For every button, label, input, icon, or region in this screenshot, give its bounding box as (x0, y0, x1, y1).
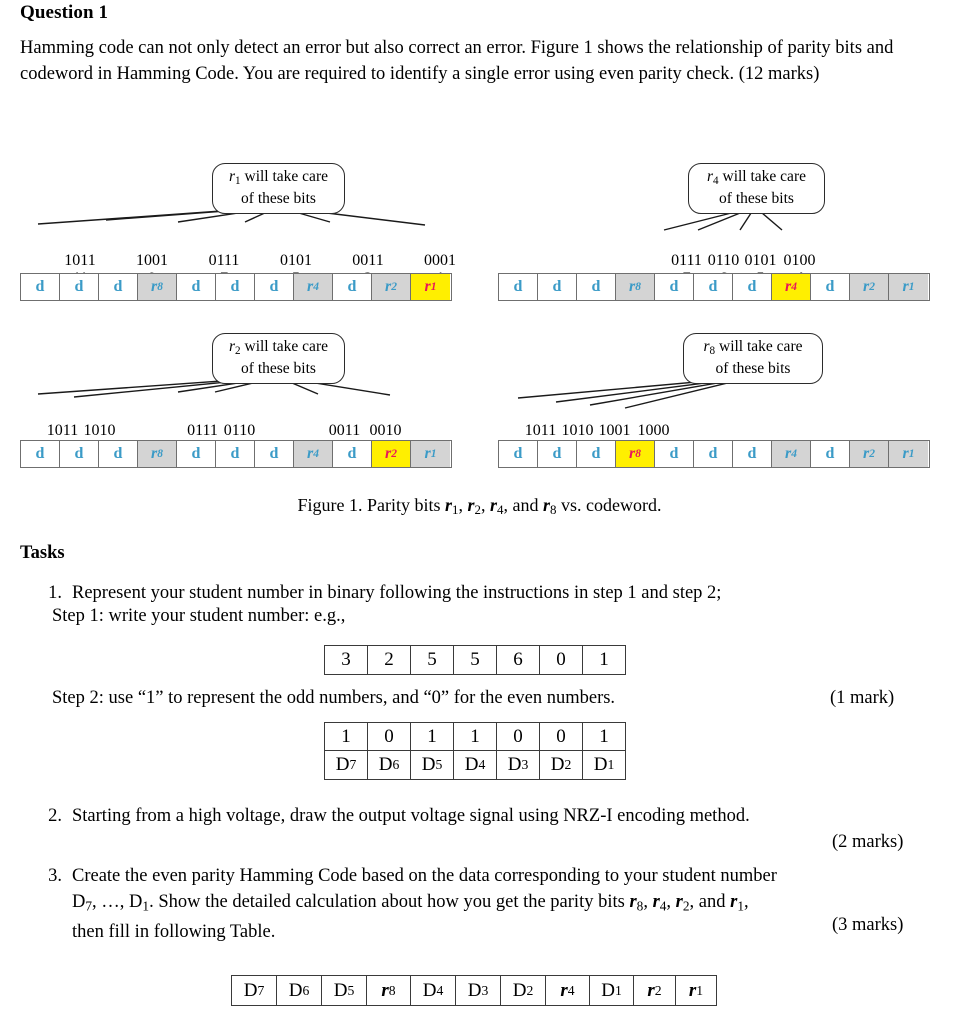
hamming-label-cell: r8 (367, 976, 411, 1005)
student-number-cell: 5 (454, 646, 497, 674)
task-text-line3: then fill in following Table. (72, 922, 276, 943)
hamming-label-cell: r4 (546, 976, 590, 1005)
binary-label-cell: D1 (593, 754, 615, 775)
codeword-cell: d (655, 441, 694, 467)
student-number-cell: 3 (325, 646, 368, 674)
binary-label-cell: D3 (497, 751, 540, 779)
student-number-cell: 1 (599, 649, 609, 670)
codeword-cell: r1 (889, 441, 928, 467)
codeword-cell: r2 (850, 441, 889, 467)
hamming-label-cell: D5 (322, 976, 367, 1005)
figure-caption-suffix: vs. codeword. (556, 495, 662, 515)
task-text: Represent your student number in binary … (72, 583, 722, 603)
callout-bubble-r2: r2 will take care of these bits (212, 333, 345, 384)
task-text-line2: D7, …, D1. Show the detailed calculation… (72, 892, 749, 914)
callout-line2-r4: of these bits (719, 189, 794, 207)
figure-caption: Figure 1. Parity bits r1, r2, r4, and r8… (297, 495, 662, 518)
callout-line1-r1: r1 will take care (229, 168, 328, 187)
binary-label-cell: D5 (411, 751, 454, 779)
binary-labels-row: D7 D6 D5 D4 D3 D2 D1 (325, 751, 625, 779)
hamming-label-cell: D1 (590, 976, 634, 1005)
codeword-cell-highlighted: r8 (616, 441, 655, 467)
binary-label-cell: D7 (325, 751, 368, 779)
hamming-label-cell: D3 (456, 976, 501, 1005)
binary-value-cell: 0 (540, 723, 583, 751)
hamming-label-cell: r1 (688, 979, 704, 1001)
binary-value-cell: 0 (368, 723, 411, 751)
binary-value-cell: 0 (497, 723, 540, 751)
codeword-cell: d (733, 441, 772, 467)
student-number-cell: 2 (368, 646, 411, 674)
callout-line1-r4: r4 will take care (707, 168, 806, 187)
figure-1: r1 will take care of these bits 1011 1001… (0, 0, 959, 480)
callout-bubble-r8: r8 will take care of these bits (683, 333, 823, 384)
callout-bubble-r4: r4 will take care of these bits (688, 163, 825, 214)
binary-value-cell: 1 (454, 723, 497, 751)
codeword-cell: r4 (772, 441, 811, 467)
hamming-label-cell: D6 (277, 976, 322, 1005)
codeword-cell: d (694, 441, 733, 467)
task-number: 3. (48, 866, 62, 886)
codeword-cell: d (577, 441, 616, 467)
callout-line1-r8: r8 will take care (703, 338, 803, 357)
binary-value-cell: 1 (325, 723, 368, 751)
callout-line2-r8: of these bits (715, 359, 791, 377)
tasks-heading: Tasks (20, 543, 65, 563)
step1-label: Step 1: write your student number: e.g., (52, 606, 346, 626)
task-3-marks: (3 marks) (832, 915, 904, 935)
hamming-label-cell: D7 (232, 976, 277, 1005)
hamming-label-cell: r2 (634, 976, 676, 1005)
student-number-table: 3 2 5 5 6 0 1 (324, 645, 626, 675)
hamming-label-cell: D4 (411, 976, 456, 1005)
document-page: Question 1 Hamming code can not only det… (0, 0, 959, 1024)
callout-bubble-r1: r1 will take care of these bits (212, 163, 345, 214)
codeword-cell: d (499, 441, 538, 467)
binary-label-cell: D4 (454, 751, 497, 779)
binary-values-row: 1 0 1 1 0 0 1 (325, 723, 625, 751)
callout-line2-r2: of these bits (241, 359, 316, 377)
task-text-line1: Create the even parity Hamming Code base… (72, 866, 777, 886)
figure-caption-prefix: Figure 1. Parity bits (297, 495, 445, 515)
student-number-cell: 0 (540, 646, 583, 674)
binary-value-cell: 1 (583, 723, 625, 751)
step2-label: Step 2: use “1” to represent the odd num… (52, 688, 616, 708)
task-item-3: 3. Create the even parity Hamming Code b… (38, 863, 938, 945)
callout-line1-r2: r2 will take care (229, 338, 328, 357)
student-number-cell: 6 (497, 646, 540, 674)
task-2-marks: (2 marks) (832, 832, 904, 852)
binary-label-cell: D2 (540, 751, 583, 779)
task-text: Starting from a high voltage, draw the o… (72, 806, 750, 826)
binary-representation-table: 1 0 1 1 0 0 1 D7 D6 D5 D4 D3 D2 D1 (324, 722, 626, 780)
task-1-marks: (1 mark) (830, 688, 895, 708)
task-number: 2. (48, 806, 62, 826)
connector-lines-r8 (517, 376, 753, 409)
codeword-bar-r8: d d d r8 d d d r4 d r2 r1 (498, 440, 930, 468)
codeword-cell: d (538, 441, 577, 467)
callout-line2-r1: of these bits (241, 189, 316, 207)
binary-label-cell: D6 (368, 751, 411, 779)
task-item-2: 2. Starting from a high voltage, draw th… (38, 803, 938, 829)
task-number: 1. (48, 583, 62, 603)
codeword-cell: d (811, 441, 850, 467)
hamming-code-table: D7 D6 D5 r8 D4 D3 D2 r4 D1 r2 r1 (231, 975, 717, 1006)
hamming-label-cell: D2 (501, 976, 546, 1005)
binary-value-cell: 1 (411, 723, 454, 751)
task-item-1: 1. Represent your student number in bina… (38, 580, 938, 606)
student-number-cell: 5 (411, 646, 454, 674)
